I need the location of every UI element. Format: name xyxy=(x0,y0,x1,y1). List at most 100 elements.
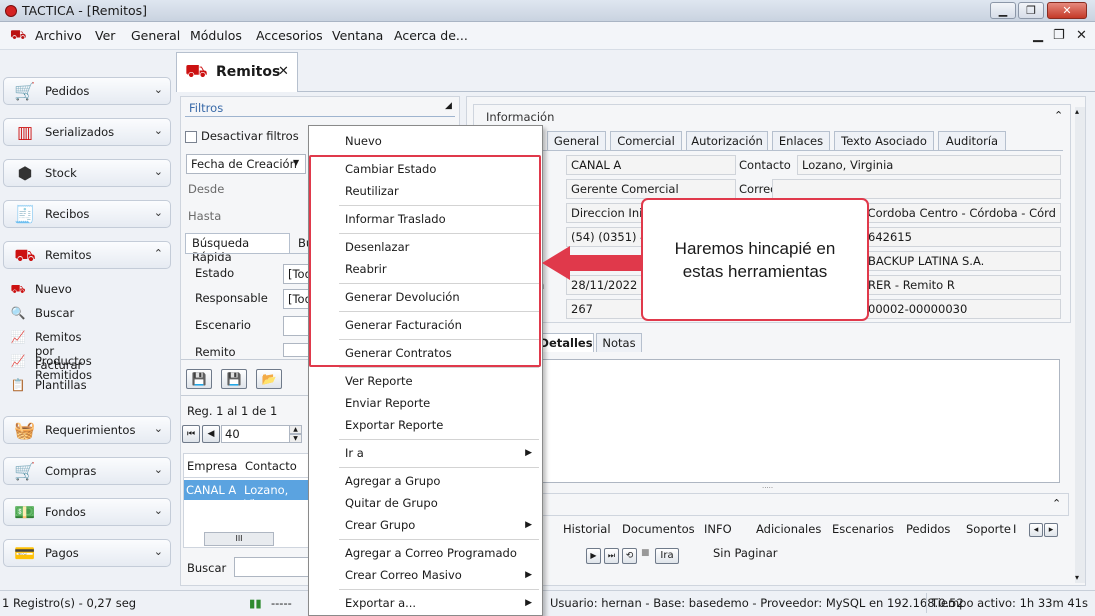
menu-item-quitar-de-grupo[interactable]: Quitar de Grupo xyxy=(345,496,438,514)
tab-pedidos[interactable]: Pedidos xyxy=(906,522,950,536)
app-menu-icon[interactable]: ⛟ xyxy=(10,28,26,45)
vertical-scrollbar[interactable]: ▴ ▾ xyxy=(1075,107,1085,583)
cargo-value: Gerente Comercial xyxy=(566,179,736,199)
date-field-select[interactable]: Fecha de Creación xyxy=(186,154,306,174)
menu-item-enviar-reporte[interactable]: Enviar Reporte xyxy=(345,396,430,414)
splitter-handle[interactable]: ····· xyxy=(762,484,773,492)
tab-more[interactable]: I xyxy=(1013,522,1016,536)
menu-general[interactable]: General xyxy=(131,28,180,43)
new-icon: ⛟ xyxy=(10,282,26,296)
menu-accesorios[interactable]: Accesorios xyxy=(256,28,323,43)
close-window-button[interactable]: ✕ xyxy=(1047,2,1087,19)
chevron-up-icon[interactable]: ⌃ xyxy=(1052,497,1061,510)
scroll-right-icon[interactable]: ▸ xyxy=(1044,523,1058,537)
collapse-icon[interactable]: ◢ xyxy=(445,101,452,111)
tab-texto-asociado[interactable]: Texto Asociado xyxy=(834,131,934,150)
menu-item-nuevo[interactable]: Nuevo xyxy=(345,134,382,152)
scroll-down-icon[interactable]: ▾ xyxy=(1075,573,1079,582)
menu-item-exportar-reporte[interactable]: Exportar Reporte xyxy=(345,418,443,436)
status-bar: 1 Registro(s) - 0,27 seg ▮▮ ----- Usuari… xyxy=(0,590,1095,616)
menu-item-crear-correo-masivo[interactable]: Crear Correo Masivo xyxy=(345,568,462,586)
nav-group-compras[interactable]: 🛒 Compras ⌄ xyxy=(3,457,171,485)
last-page-icon[interactable]: ⏭ xyxy=(604,548,619,564)
shopping-cart-icon: 🛒 xyxy=(14,82,36,102)
refresh-icon[interactable]: ⟲ xyxy=(622,548,637,564)
nav-group-stock[interactable]: ⬢ Stock ⌄ xyxy=(3,159,171,187)
go-to-button[interactable]: Ira xyxy=(655,548,679,564)
tab-remitos[interactable]: ⛟ Remitos ✕ xyxy=(176,52,298,92)
deactivate-filters-checkbox[interactable] xyxy=(185,131,197,143)
nav-group-recibos[interactable]: 🧾 Recibos ⌄ xyxy=(3,200,171,228)
nav-group-serializados[interactable]: ▥ Serializados ⌄ xyxy=(3,118,171,146)
menu-item-crear-grupo[interactable]: Crear Grupo xyxy=(345,518,415,536)
page-size-input[interactable]: 40 xyxy=(221,425,291,443)
chevron-down-icon: ⌄ xyxy=(153,504,163,517)
tab-detalles[interactable]: Detalles xyxy=(538,333,594,352)
mdi-close-button[interactable]: ✕ xyxy=(1076,28,1087,43)
stop-icon[interactable]: ■ xyxy=(641,548,650,558)
tab-info[interactable]: INFO xyxy=(704,522,732,536)
maximize-button[interactable]: ❐ xyxy=(1018,2,1044,19)
correo-value xyxy=(772,179,1061,199)
menu-item-ir-a[interactable]: Ir a xyxy=(345,446,364,464)
minimize-button[interactable]: ▁ xyxy=(990,2,1016,19)
save-icon[interactable]: 💾 xyxy=(186,369,212,389)
submenu-arrow-icon: ▶ xyxy=(525,598,532,608)
tab-soporte[interactable]: Soporte xyxy=(966,522,1011,536)
tab-escenarios[interactable]: Escenarios xyxy=(832,522,894,536)
menu-ver[interactable]: Ver xyxy=(95,28,115,43)
tab-notas[interactable]: Notas xyxy=(596,333,642,352)
first-page-icon[interactable]: ⏮ xyxy=(182,425,200,443)
sin-paginar-label: Sin Paginar xyxy=(713,546,778,560)
prev-page-icon[interactable]: ◀ xyxy=(202,425,220,443)
nav-group-remitos[interactable]: ⛟ Remitos ⌃ xyxy=(3,241,171,269)
mdi-restore-button[interactable]: ❐ xyxy=(1053,28,1065,43)
next-page-icon[interactable]: ▶ xyxy=(586,548,601,564)
nav-group-label: Pagos xyxy=(45,546,79,560)
tab-enlaces[interactable]: Enlaces xyxy=(772,131,830,150)
column-header-contacto[interactable]: Contacto xyxy=(245,459,297,473)
window-title: TACTICA - [Remitos] xyxy=(22,3,148,18)
chevron-up-icon[interactable]: ⌃ xyxy=(1054,109,1063,122)
scroll-left-icon[interactable]: ◂ xyxy=(1029,523,1043,537)
column-header-empresa[interactable]: Empresa xyxy=(187,459,237,473)
menu-modulos[interactable]: Módulos xyxy=(190,28,242,43)
tab-adicionales[interactable]: Adicionales xyxy=(756,522,821,536)
active-time: Tiempo activo: 1h 33m 41s xyxy=(931,596,1088,610)
tab-comercial[interactable]: Comercial xyxy=(610,131,682,150)
menu-archivo[interactable]: Archivo xyxy=(35,28,82,43)
menu-item-exportar-a[interactable]: Exportar a... xyxy=(345,596,416,614)
spin-up-icon[interactable]: ▲ xyxy=(289,425,302,434)
tab-autorizacion[interactable]: Autorización xyxy=(686,131,768,150)
tab-busqueda-rapida[interactable]: Búsqueda Rápida xyxy=(185,233,290,264)
scroll-up-icon[interactable]: ▴ xyxy=(1075,107,1079,116)
tab-general[interactable]: General xyxy=(547,131,606,150)
nav-group-label: Fondos xyxy=(45,505,86,519)
menu-item-ver-reporte[interactable]: Ver Reporte xyxy=(345,374,413,392)
menu-item-agregar-correo-programado[interactable]: Agregar a Correo Programado xyxy=(345,546,517,564)
search-icon: 🔍 xyxy=(10,306,26,320)
spin-down-icon[interactable]: ▼ xyxy=(289,434,302,443)
mdi-minimize-button[interactable]: ▁ xyxy=(1033,28,1043,43)
save-as-icon[interactable]: 💾 xyxy=(221,369,247,389)
nav-group-fondos[interactable]: 💵 Fondos ⌄ xyxy=(3,498,171,526)
menu-item-agregar-a-grupo[interactable]: Agregar a Grupo xyxy=(345,474,440,492)
menu-separator xyxy=(339,439,539,440)
tab-auditoria[interactable]: Auditoría xyxy=(938,131,1006,150)
nav-group-requerimientos[interactable]: 🧺 Requerimientos ⌄ xyxy=(3,416,171,444)
tab-documentos[interactable]: Documentos xyxy=(622,522,695,536)
open-folder-icon[interactable]: 📂 xyxy=(256,369,282,389)
main-panel: Información ⌃ General Comercial Autoriza… xyxy=(466,96,1086,586)
tab-close-icon[interactable]: ✕ xyxy=(278,64,289,79)
horizontal-scrollbar[interactable]: III xyxy=(204,532,274,546)
table-row[interactable]: CANAL A Lozano, Virg xyxy=(184,480,312,511)
nav-group-pagos[interactable]: 💳 Pagos ⌄ xyxy=(3,539,171,567)
menu-acerca-de[interactable]: Acerca de... xyxy=(394,28,468,43)
red-arrow-icon xyxy=(542,246,642,280)
detalles-text-area[interactable] xyxy=(537,359,1060,483)
menu-ventana[interactable]: Ventana xyxy=(332,28,383,43)
nav-group-pedidos[interactable]: 🛒 Pedidos ⌄ xyxy=(3,77,171,105)
tab-historial[interactable]: Historial xyxy=(563,522,611,536)
chevron-down-icon: ⌄ xyxy=(153,124,163,137)
search-input[interactable] xyxy=(234,557,310,577)
